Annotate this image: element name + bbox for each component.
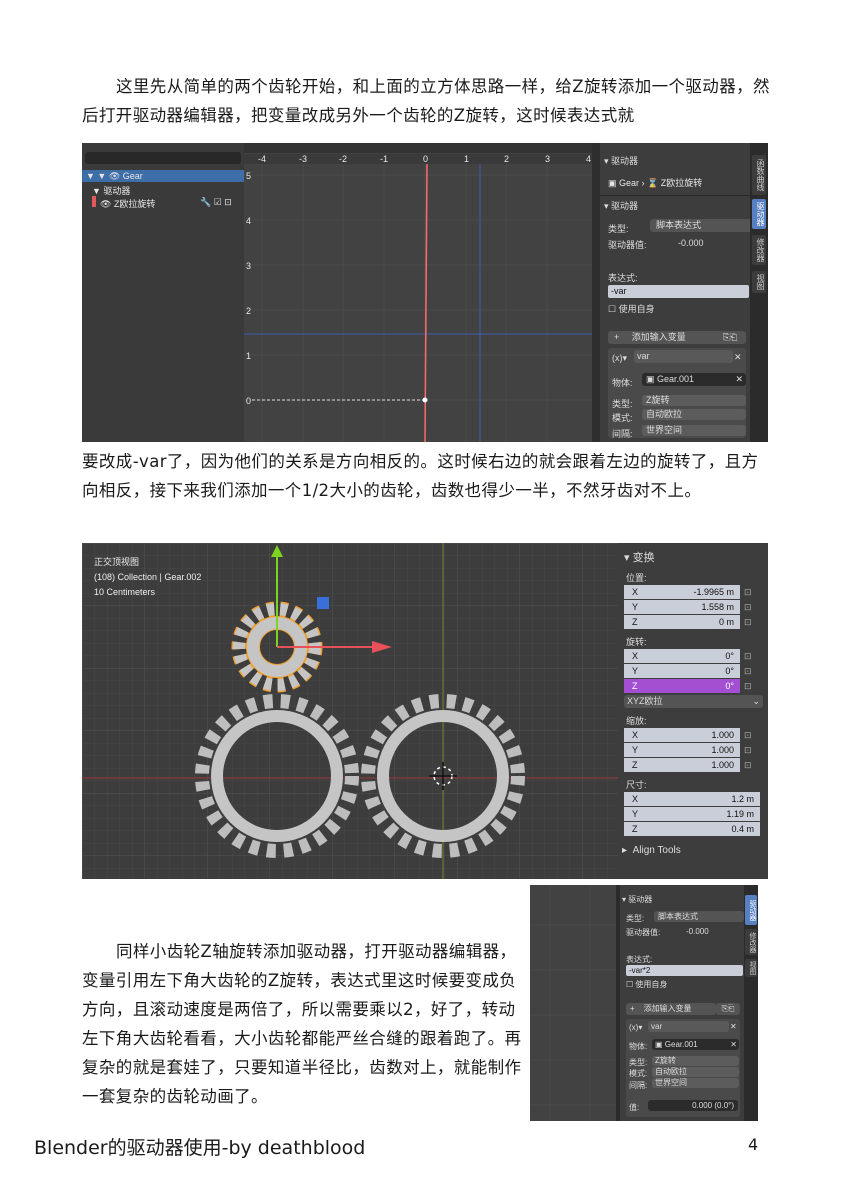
gear-object-icon: ▼ bbox=[97, 171, 107, 181]
rotation-y-field[interactable]: Y 0° bbox=[624, 664, 740, 678]
dimension-x-field[interactable]: X 1.2 m bbox=[624, 792, 760, 806]
outliner-zrot-label[interactable]: Z欧拉旋转 bbox=[114, 199, 156, 209]
variable-value-field: 0.000 (0.0°) bbox=[648, 1100, 738, 1111]
driver-type-select[interactable]: 脚本表达式 bbox=[650, 219, 752, 232]
use-self-checkbox[interactable]: ☐ bbox=[626, 980, 633, 989]
lock-icon[interactable]: ⊡ bbox=[744, 745, 752, 756]
sidebar-tabs: 驱动器 修改器 视图 bbox=[744, 885, 758, 1121]
remove-variable-icon[interactable]: ✕ bbox=[730, 1022, 737, 1031]
x-axis-ticks: -4 -3 -2 -1 0 1 2 3 4 bbox=[244, 154, 592, 164]
space-select[interactable]: 世界空间 bbox=[642, 425, 746, 436]
tab-drivers[interactable]: 驱动器 bbox=[745, 895, 757, 925]
tab-modifiers[interactable]: 修改器 bbox=[752, 235, 766, 265]
page-number: 4 bbox=[748, 1135, 759, 1154]
rotation-mode-select[interactable]: XYZ欧拉 ⌄ bbox=[624, 695, 763, 708]
sidebar-tabs: 函数曲线 驱动器 修改器 视图 bbox=[750, 143, 768, 442]
rotation-z-field[interactable]: Z 0° bbox=[624, 679, 740, 693]
scale-x-field[interactable]: X 1.000 bbox=[624, 728, 740, 742]
tab-view[interactable]: 视图 bbox=[745, 959, 757, 977]
align-tools-header[interactable]: ▸ Align Tools bbox=[622, 845, 681, 856]
copy-paste-icon[interactable]: ⎘⎗ bbox=[714, 331, 746, 344]
object-icon: ▣ bbox=[608, 178, 617, 188]
driver-type-select[interactable]: 脚本表达式 bbox=[654, 911, 744, 922]
use-self-checkbox[interactable]: ☐ bbox=[608, 304, 616, 314]
copy-paste-icon[interactable]: ⎘⎗ bbox=[716, 1003, 740, 1015]
driver-sidebar-small: ▾ 驱动器 类型: 脚本表达式 驱动器值: -0.000 表达式: -var*2… bbox=[620, 885, 744, 1121]
lock-icon[interactable]: ⊡ bbox=[744, 602, 752, 613]
tab-drivers[interactable]: 驱动器 bbox=[752, 199, 766, 229]
expression-field[interactable]: -var*2 bbox=[626, 965, 743, 976]
variable-object-field[interactable]: ▣ Gear.001 ✕ bbox=[642, 373, 746, 386]
location-y-field[interactable]: Y 1.558 m bbox=[624, 600, 740, 614]
driver-panel-header[interactable]: 驱动器 bbox=[611, 156, 638, 166]
transform-panel: ▾ 变换 位置: 旋转: XYZ欧拉 ⌄ 缩放: 尺寸: ▸ Align Tool… bbox=[618, 543, 768, 879]
driver-subpanel-header[interactable]: 驱动器 bbox=[611, 201, 638, 211]
rotation-x-field[interactable]: X 0° bbox=[624, 649, 740, 663]
outliner-gear-label[interactable]: Gear bbox=[123, 171, 143, 181]
lock-icon[interactable]: ⊡ bbox=[744, 666, 752, 677]
paragraph-intro: 这里先从简单的两个齿轮开始，和上面的立方体思路一样，给Z旋转添加一个驱动器，然后… bbox=[82, 77, 770, 125]
tab-fcurve[interactable]: 函数曲线 bbox=[752, 155, 766, 195]
dimension-y-field[interactable]: Y 1.19 m bbox=[624, 807, 760, 821]
tab-view[interactable]: 视图 bbox=[752, 271, 766, 293]
location-x-field[interactable]: X -1.9965 m bbox=[624, 585, 740, 599]
transform-panel-header[interactable]: 变换 bbox=[633, 552, 655, 564]
outliner-search-field[interactable] bbox=[85, 152, 241, 164]
driver-graph-area[interactable]: -4 -3 -2 -1 0 1 2 3 4 5 4 3 2 1 0 bbox=[244, 143, 592, 442]
wrench-icon[interactable]: 🔧 ☑ ⊡ bbox=[200, 197, 232, 208]
expression-field[interactable]: -var bbox=[608, 285, 749, 298]
driver-graph-grid bbox=[244, 162, 592, 442]
paragraph-small-gear: 同样小齿轮Z轴旋转添加驱动器，打开驱动器编辑器，变量引用左下角大齿轮的Z旋转，表… bbox=[82, 942, 522, 1106]
space-select[interactable]: 世界空间 bbox=[652, 1078, 739, 1088]
scale-y-field[interactable]: Y 1.000 bbox=[624, 743, 740, 757]
lock-icon[interactable]: ⊡ bbox=[744, 760, 752, 771]
driver-editor-screenshot: ▼ ▼ 👁 Gear ▼ 驱动器 👁 Z欧拉旋转 🔧 ☑ ⊡ -4 -3 -2 bbox=[82, 143, 768, 442]
lock-icon[interactable]: ⊡ bbox=[744, 730, 752, 741]
rotation-icon: ⌛ bbox=[647, 178, 659, 188]
transform-type-select[interactable]: Z旋转 bbox=[652, 1056, 739, 1066]
gear-viewport-screenshot: 正交顶视图 (108) Collection | Gear.002 10 Cen… bbox=[82, 543, 768, 879]
add-variable-button[interactable]: + 添加输入变量 bbox=[626, 1003, 716, 1015]
graph-area-fragment bbox=[530, 885, 616, 1121]
driver-panel-header[interactable]: 驱动器 bbox=[628, 895, 652, 904]
scale-z-field[interactable]: Z 1.000 bbox=[624, 758, 740, 772]
transform-type-select[interactable]: Z旋转 bbox=[642, 395, 746, 406]
footer-title: Blender的驱动器使用-by deathblood bbox=[34, 1137, 366, 1159]
outliner-drivers-label[interactable]: 驱动器 bbox=[103, 186, 130, 196]
variable-name-field[interactable]: var bbox=[648, 1021, 729, 1032]
driver-sidebar: ▾ 驱动器 ▣ Gear › ⌛ Z欧拉旋转 ▾ 驱动器 类型: 脚本表达式 驱… bbox=[600, 143, 752, 442]
lock-icon[interactable]: ⊡ bbox=[744, 587, 752, 598]
rotation-mode-select[interactable]: 自动欧拉 bbox=[652, 1067, 739, 1077]
paragraph-minus-var: 要改成-var了，因为他们的关系是方向相反的。这时候右边的就会跟着左边的旋转了，… bbox=[82, 452, 759, 500]
location-z-field[interactable]: Z0 m bbox=[624, 615, 740, 629]
lock-icon[interactable]: ⊡ bbox=[744, 681, 752, 692]
variable-object-field[interactable]: ▣ Gear.001 ✕ bbox=[652, 1039, 739, 1050]
remove-variable-icon[interactable]: ✕ bbox=[734, 352, 742, 363]
dimension-z-field[interactable]: Z 0.4 m bbox=[624, 822, 760, 836]
add-variable-button[interactable]: + 添加输入变量 bbox=[608, 331, 718, 344]
small-gear-driver-screenshot: ▾ 驱动器 类型: 脚本表达式 驱动器值: -0.000 表达式: -var*2… bbox=[530, 885, 770, 1121]
rotation-mode-select[interactable]: 自动欧拉 bbox=[642, 409, 746, 420]
outliner-panel: ▼ ▼ 👁 Gear ▼ 驱动器 👁 Z欧拉旋转 🔧 ☑ ⊡ bbox=[82, 143, 244, 442]
tab-modifiers[interactable]: 修改器 bbox=[745, 929, 757, 955]
lock-icon[interactable]: ⊡ bbox=[744, 617, 752, 628]
viewport-overlay-text: 正交顶视图 (108) Collection | Gear.002 10 Cen… bbox=[94, 557, 202, 597]
lock-icon[interactable]: ⊡ bbox=[744, 651, 752, 662]
variable-name-field[interactable]: var bbox=[634, 350, 733, 363]
